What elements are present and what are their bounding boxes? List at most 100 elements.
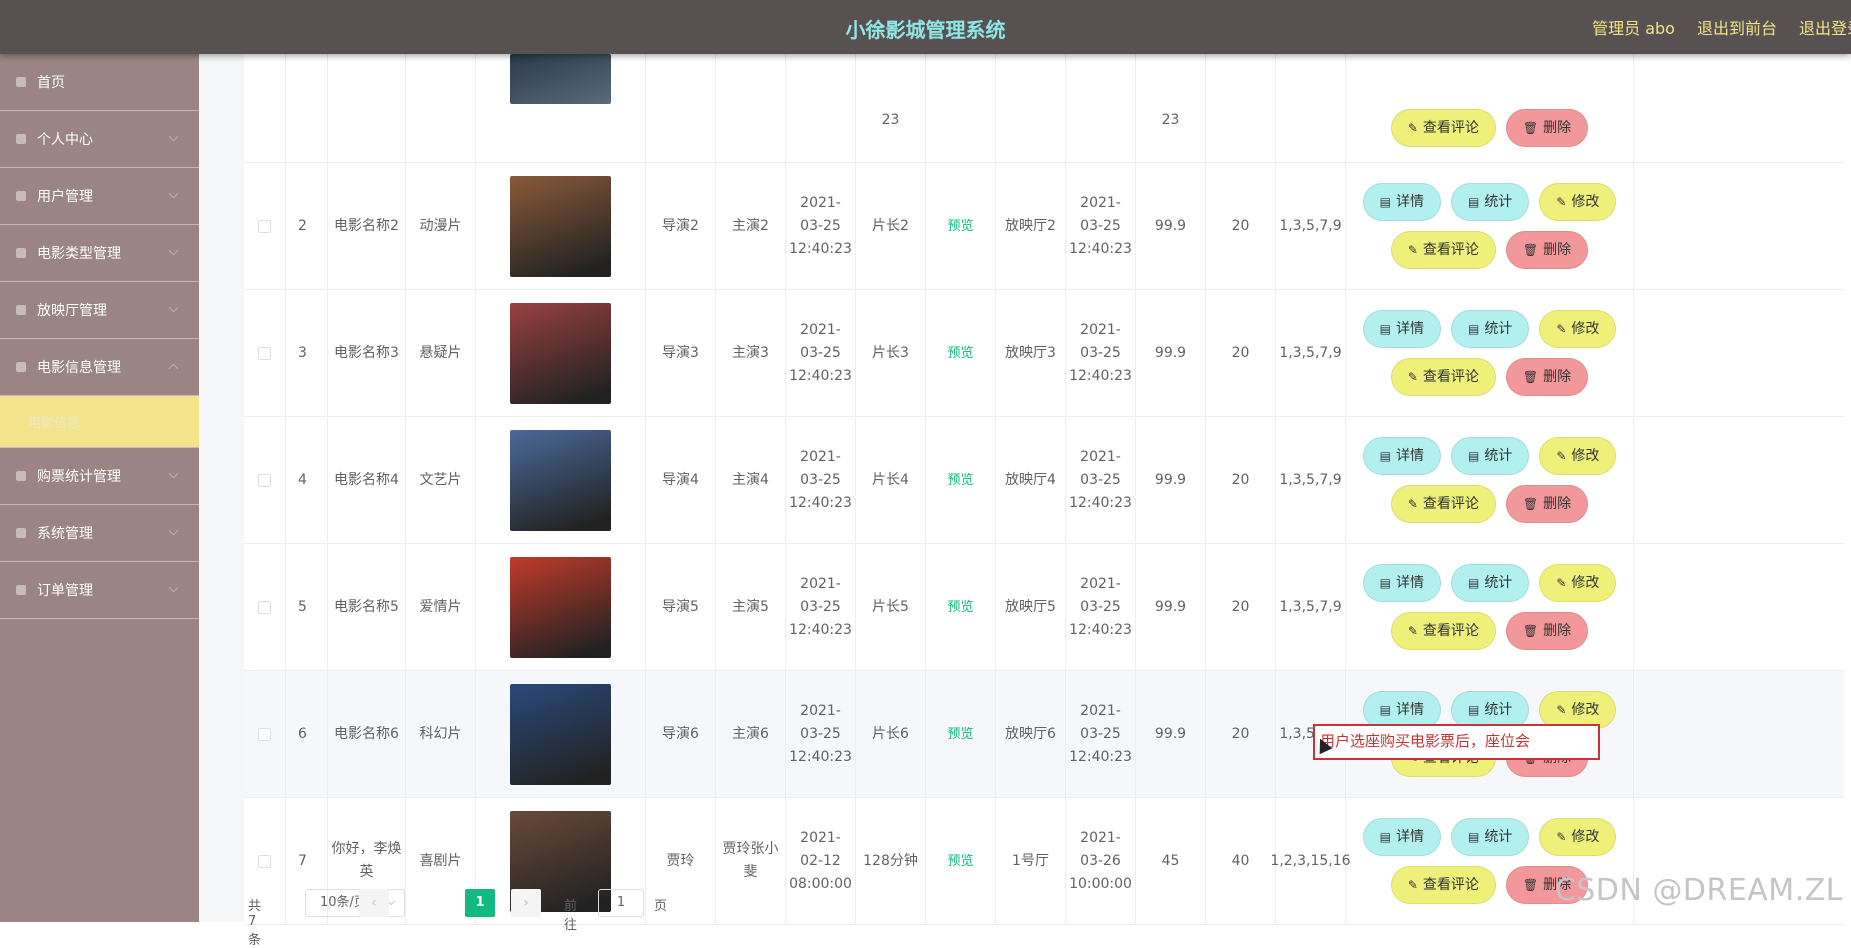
edit-button[interactable]: ✎ 修改 bbox=[1539, 183, 1617, 221]
detail-button[interactable]: ▤ 详情 bbox=[1362, 818, 1441, 856]
view-comments-button[interactable]: ✎ 查看评论 bbox=[1390, 485, 1496, 523]
price-text: 99.9 bbox=[1154, 217, 1187, 234]
view-comments-button[interactable]: ✎ 查看评论 bbox=[1390, 109, 1496, 147]
row-checkbox[interactable] bbox=[258, 600, 271, 614]
row-checkbox[interactable] bbox=[258, 473, 271, 487]
view-comments-button[interactable]: ✎ 查看评论 bbox=[1390, 866, 1496, 904]
release-date-text: 23 bbox=[881, 112, 900, 128]
sidebar-item-8[interactable]: 订单管理 bbox=[0, 562, 199, 619]
movie-name-text: 电影名称2 bbox=[334, 217, 399, 234]
hall: 放映厅6 bbox=[996, 671, 1066, 797]
movie-poster[interactable] bbox=[510, 556, 611, 658]
chevron-down-icon bbox=[168, 188, 179, 199]
goto-page-input[interactable]: 1 bbox=[598, 889, 644, 917]
back-to-front-link[interactable]: 退出到前台 bbox=[1697, 15, 1777, 39]
preview-link[interactable]: 预览 bbox=[947, 596, 973, 619]
view-comments-button[interactable]: ✎ 查看评论 bbox=[1390, 612, 1496, 650]
view-comments-button[interactable]: ✎ 查看评论 bbox=[1390, 358, 1496, 396]
delete-button[interactable]: 🗑 删除 bbox=[1505, 109, 1589, 147]
preview-link[interactable]: 预览 bbox=[947, 215, 973, 238]
sidebar-item-7[interactable]: 系统管理 bbox=[0, 505, 199, 562]
stats-button[interactable]: ▤ 统计 bbox=[1450, 437, 1530, 475]
sold-seats-text: 1,3,5,7,9 bbox=[1279, 471, 1342, 488]
stats-button[interactable]: ▤ 统计 bbox=[1450, 818, 1530, 856]
view-comments-button-label: 查看评论 bbox=[1422, 622, 1479, 639]
detail-button[interactable]: ▤ 详情 bbox=[1362, 564, 1441, 602]
edit-icon: ✎ bbox=[1407, 623, 1418, 638]
actions-line: ✎ 查看评论 🗑 删除 bbox=[1390, 358, 1589, 396]
preview-link[interactable]: 预览 bbox=[947, 342, 973, 365]
movie-poster[interactable] bbox=[510, 54, 611, 104]
actor-text: 主演2 bbox=[732, 217, 769, 234]
view-comments-button[interactable]: ✎ 查看评论 bbox=[1390, 231, 1496, 269]
checkbox-cell bbox=[244, 671, 286, 797]
sidebar-subitem-film-info[interactable]: 电影信息 bbox=[0, 396, 199, 448]
actions-cell: ▤ 详情 ▤ 统计 ✎ 修改 ✎ 查看评论 🗑 删除 bbox=[1346, 544, 1634, 670]
delete-button[interactable]: 🗑 删除 bbox=[1505, 358, 1589, 396]
actions-line: ▤ 详情 ▤ 统计 ✎ 修改 bbox=[1362, 183, 1617, 221]
seats: 20 bbox=[1206, 671, 1276, 797]
release-date-text: 2021-03-25 12:40:23 bbox=[789, 702, 852, 765]
sidebar-item-3[interactable]: 电影类型管理 bbox=[0, 225, 199, 282]
actions-line: ▤ 详情 ▤ 统计 ✎ 修改 bbox=[1362, 818, 1617, 856]
sidebar-item-label: 个人中心 bbox=[37, 132, 93, 148]
row-checkbox[interactable] bbox=[258, 219, 271, 233]
next-page-button[interactable]: › bbox=[511, 889, 541, 917]
stats-button[interactable]: ▤ 统计 bbox=[1450, 310, 1530, 348]
release-date: 2021-03-25 12:40:23 bbox=[786, 671, 856, 797]
doc-icon: ▤ bbox=[1467, 321, 1480, 336]
duration-text: 128分钟 bbox=[863, 852, 918, 869]
price-text: 99.9 bbox=[1154, 471, 1187, 488]
movie-poster[interactable] bbox=[510, 683, 611, 785]
page-size-select[interactable]: 10条/页 bbox=[305, 889, 405, 917]
duration: 片长5 bbox=[856, 544, 926, 670]
detail-button[interactable]: ▤ 详情 bbox=[1362, 437, 1441, 475]
preview-link[interactable]: 预览 bbox=[947, 850, 973, 873]
sidebar-item-1[interactable]: 个人中心 bbox=[0, 111, 199, 168]
row-checkbox[interactable] bbox=[258, 346, 271, 360]
stats-button[interactable]: ▤ 统计 bbox=[1450, 183, 1530, 221]
director-text: 贾玲 bbox=[666, 852, 695, 869]
detail-button-label: 详情 bbox=[1395, 447, 1424, 464]
row-checkbox[interactable] bbox=[258, 854, 271, 868]
edit-button[interactable]: ✎ 修改 bbox=[1539, 310, 1617, 348]
movie-poster[interactable] bbox=[510, 429, 611, 531]
current-page[interactable]: 1 bbox=[465, 889, 495, 917]
actions-cell: ▤ 详情 ▤ 统计 ✎ 修改 ✎ 查看评论 🗑 删除 bbox=[1346, 417, 1634, 543]
delete-button[interactable]: 🗑 删除 bbox=[1505, 485, 1589, 523]
sidebar-item-0[interactable]: 首页 bbox=[0, 54, 199, 111]
doc-icon: ▤ bbox=[1379, 575, 1391, 590]
sidebar-item-6[interactable]: 购票统计管理 bbox=[0, 448, 199, 505]
logout-link[interactable]: 退出登录 bbox=[1799, 15, 1851, 39]
stats-button[interactable]: ▤ 统计 bbox=[1450, 564, 1530, 602]
movie-poster[interactable] bbox=[510, 175, 611, 277]
delete-button[interactable]: 🗑 删除 bbox=[1505, 612, 1589, 650]
movie-name-text: 电影名称3 bbox=[334, 344, 399, 361]
edit-button[interactable]: ✎ 修改 bbox=[1539, 437, 1617, 475]
release-date: 2021-03-25 12:40:23 bbox=[786, 163, 856, 289]
detail-button[interactable]: ▤ 详情 bbox=[1362, 310, 1441, 348]
preview-link[interactable]: 预览 bbox=[947, 469, 973, 492]
sidebar-item-5[interactable]: 电影信息管理 bbox=[0, 339, 199, 396]
delete-button-label: 删除 bbox=[1543, 241, 1572, 258]
sidebar-item-2[interactable]: 用户管理 bbox=[0, 168, 199, 225]
price-text: 99.9 bbox=[1154, 598, 1187, 615]
delete-button[interactable]: 🗑 删除 bbox=[1505, 231, 1589, 269]
stats-icon bbox=[14, 469, 28, 483]
edit-button[interactable]: ✎ 修改 bbox=[1539, 818, 1617, 856]
order-icon bbox=[14, 583, 28, 597]
edit-button[interactable]: ✎ 修改 bbox=[1539, 564, 1617, 602]
movie-poster[interactable] bbox=[510, 302, 611, 404]
duration-text: 片长6 bbox=[872, 725, 909, 742]
edit-icon: ✎ bbox=[1407, 242, 1418, 257]
top-actions: 管理员 abo 退出到前台 退出登录 bbox=[1592, 15, 1851, 39]
edit-icon: ✎ bbox=[1556, 829, 1567, 844]
row-checkbox[interactable] bbox=[258, 727, 271, 741]
detail-button[interactable]: ▤ 详情 bbox=[1362, 183, 1441, 221]
release-date: 2021-03-25 12:40:23 bbox=[786, 544, 856, 670]
hall-text: 放映厅4 bbox=[1005, 471, 1056, 488]
preview-link[interactable]: 预览 bbox=[947, 723, 973, 746]
sidebar-item-4[interactable]: 放映厅管理 bbox=[0, 282, 199, 339]
actor-text: 主演6 bbox=[732, 725, 769, 742]
prev-page-button[interactable]: ‹ bbox=[359, 889, 389, 917]
